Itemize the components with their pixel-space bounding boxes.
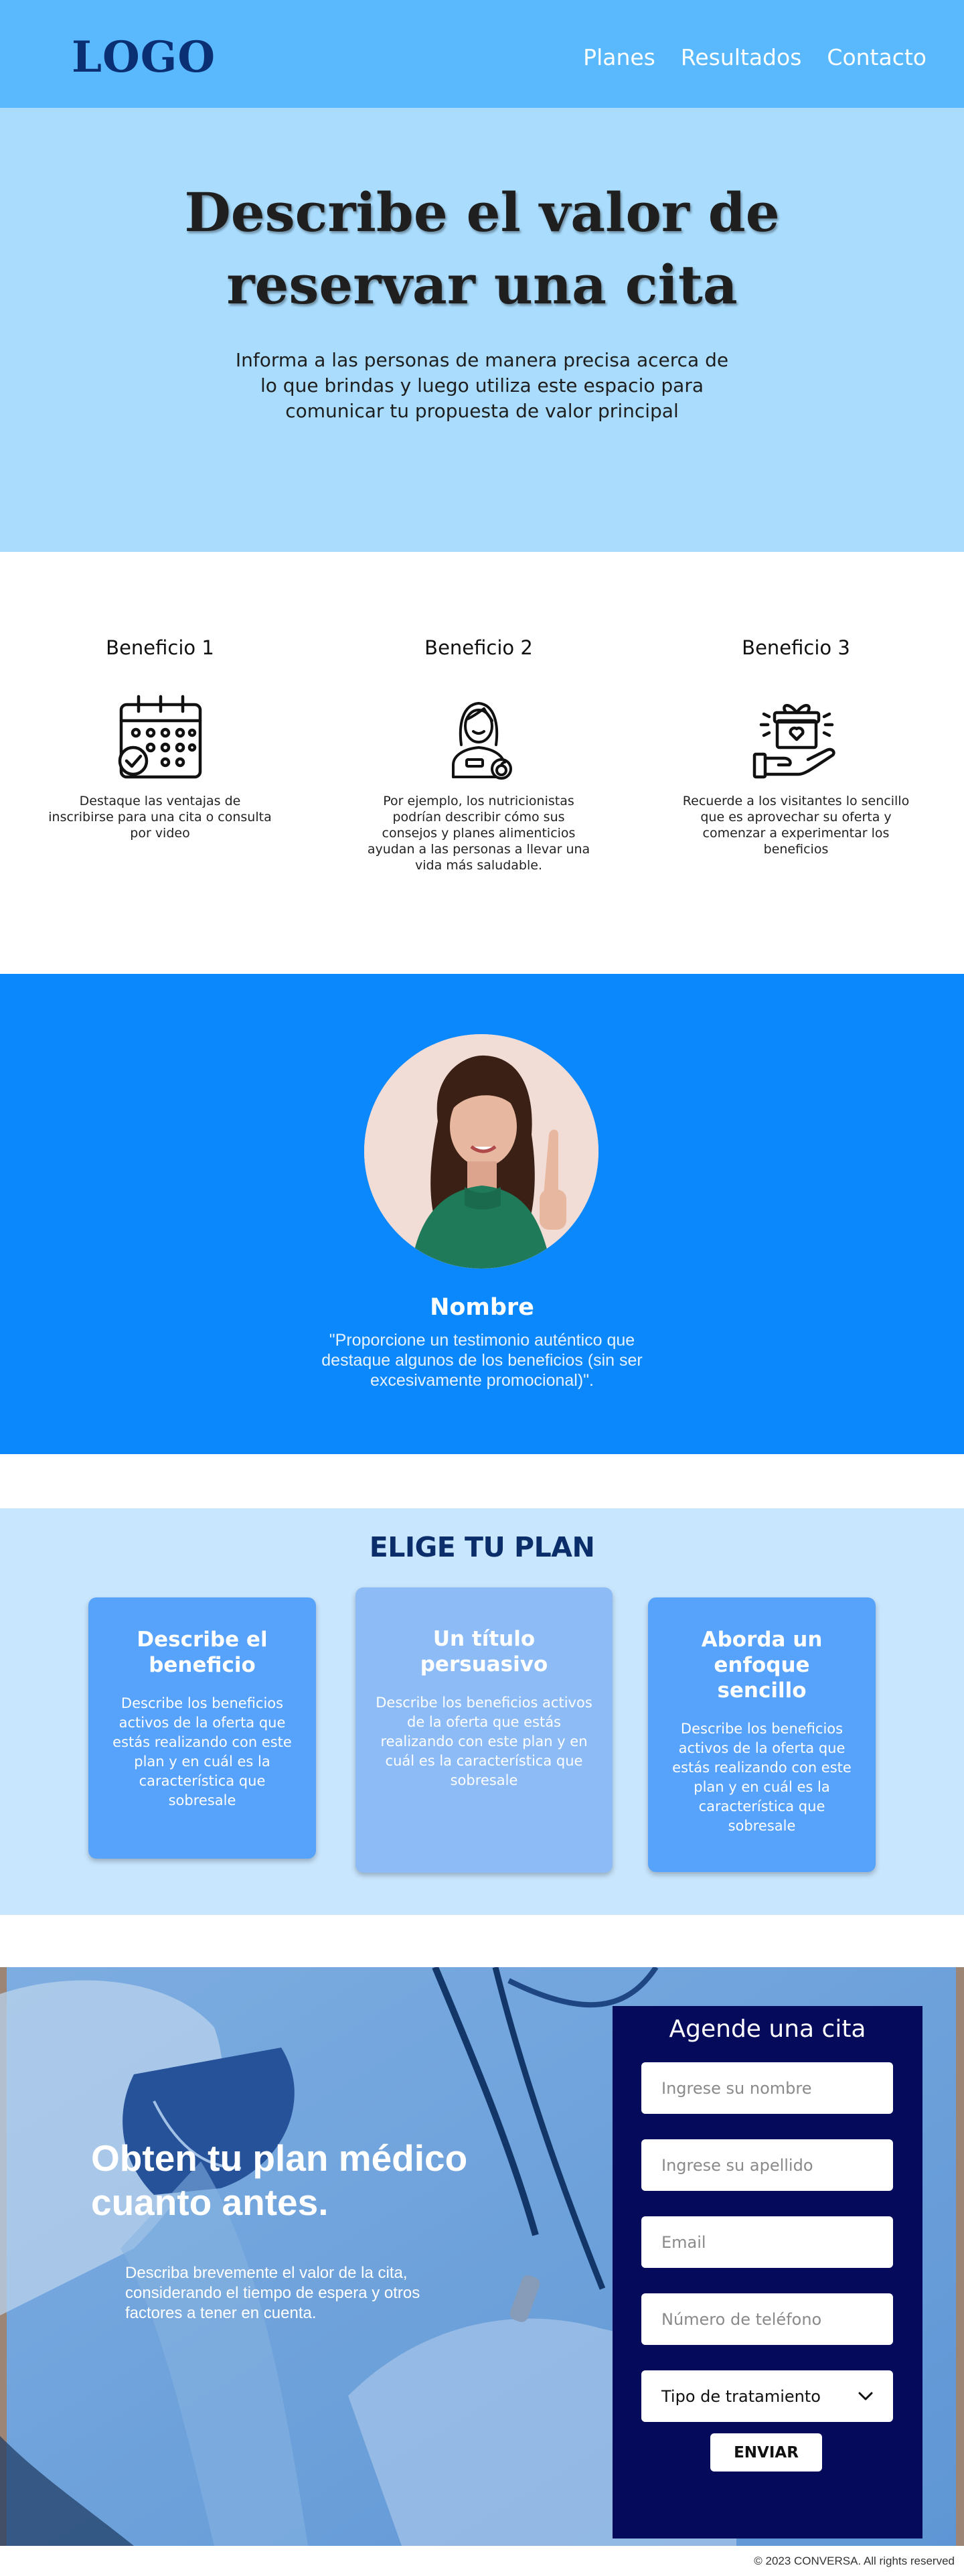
hero-section: Describe el valor de reservar una cita I… xyxy=(0,108,964,552)
benefit-card: Beneficio 1 Destaque las ventajas de ins… xyxy=(39,636,280,841)
appointment-section: Obten tu plan médico cuanto antes. Descr… xyxy=(0,1967,964,2546)
plan-description: Describe los beneficios activos de la of… xyxy=(112,1695,292,1808)
benefit-title: Beneficio 1 xyxy=(106,636,214,659)
last-name-field[interactable] xyxy=(641,2139,893,2191)
nutritionist-icon xyxy=(452,702,512,780)
avatar xyxy=(364,1034,598,1269)
benefits-section: Beneficio 1 Destaque las ventajas de ins… xyxy=(0,552,964,974)
copyright-text: © 2023 CONVERSA. All rights reserved xyxy=(754,2555,955,2567)
plan-title: Aborda un enfoque sencillo xyxy=(701,1628,823,1703)
hero-title-line-1: Describe el valor de xyxy=(184,181,780,244)
main-nav: Planes Resultados Contacto xyxy=(583,44,927,70)
cta-text: Describa brevemente el valor de la cita,… xyxy=(125,2264,420,2322)
benefit-title: Beneficio 2 xyxy=(424,636,533,659)
site-footer: © 2023 CONVERSA. All rights reserved xyxy=(0,2546,964,2576)
calendar-check-icon xyxy=(118,695,202,779)
nav-link-contacto[interactable]: Contacto xyxy=(827,44,927,70)
treatment-type-label: Tipo de tratamiento xyxy=(661,2386,821,2406)
hero-subtitle: Informa a las personas de manera precisa… xyxy=(235,349,729,422)
logo[interactable]: LOGO xyxy=(72,32,216,82)
benefit-card: Beneficio 3 Recuerde a los visitantes lo… xyxy=(675,636,916,857)
plan-description: Describe los beneficios activos de la of… xyxy=(672,1721,852,1834)
plans-section: ELIGE TU PLAN Describe el beneficio Desc… xyxy=(0,1508,964,1915)
benefit-title: Beneficio 3 xyxy=(742,636,850,659)
nav-link-resultados[interactable]: Resultados xyxy=(681,44,802,70)
submit-button[interactable]: ENVIAR xyxy=(710,2433,822,2472)
plan-card[interactable]: Aborda un enfoque sencillo Describe los … xyxy=(648,1597,876,1872)
appointment-form: Agende una cita Tipo de tratamiento ENVI… xyxy=(613,2006,922,2538)
plan-card-featured[interactable]: Un título persuasivo Describe los benefi… xyxy=(355,1587,613,1873)
testimonial-section: Nombre "Proporcione un testimonio autént… xyxy=(0,974,964,1454)
plan-card[interactable]: Describe el beneficio Describe los benef… xyxy=(88,1597,316,1859)
benefit-text: Recuerde a los visitantes lo sencillo qu… xyxy=(682,794,910,857)
plan-title: Un título persuasivo xyxy=(420,1627,548,1676)
email-field[interactable] xyxy=(641,2216,893,2268)
testimonial-photo xyxy=(364,1034,598,1269)
form-title: Agende una cita xyxy=(669,2015,866,2043)
hero-title-line-2: reservar una cita xyxy=(226,253,738,316)
plans-title: ELIGE TU PLAN xyxy=(369,1531,595,1563)
chevron-down-icon xyxy=(858,2392,873,2400)
benefit-card: Beneficio 2 Por ejemplo, los nutricionis… xyxy=(358,636,599,873)
site-header: LOGO Planes Resultados Contacto xyxy=(0,0,964,108)
hero-title: Describe el valor de reservar una cita xyxy=(0,176,964,321)
plan-description: Describe los beneficios activos de la of… xyxy=(376,1695,592,1788)
plan-title: Describe el beneficio xyxy=(137,1628,268,1677)
nav-link-planes[interactable]: Planes xyxy=(583,44,655,70)
treatment-type-select[interactable]: Tipo de tratamiento xyxy=(641,2370,893,2422)
benefit-text: Destaque las ventajas de inscribirse par… xyxy=(48,794,272,841)
first-name-field[interactable] xyxy=(641,2062,893,2114)
phone-field[interactable] xyxy=(641,2293,893,2345)
testimonial-name: Nombre xyxy=(430,1294,534,1321)
testimonial-quote: "Proporcione un testimonio auténtico que… xyxy=(321,1331,643,1390)
benefit-text: Por ejemplo, los nutricionistas podrían … xyxy=(367,794,590,873)
cta-title: Obten tu plan médico cuanto antes. xyxy=(91,2137,468,2223)
gift-hand-icon xyxy=(752,704,835,779)
